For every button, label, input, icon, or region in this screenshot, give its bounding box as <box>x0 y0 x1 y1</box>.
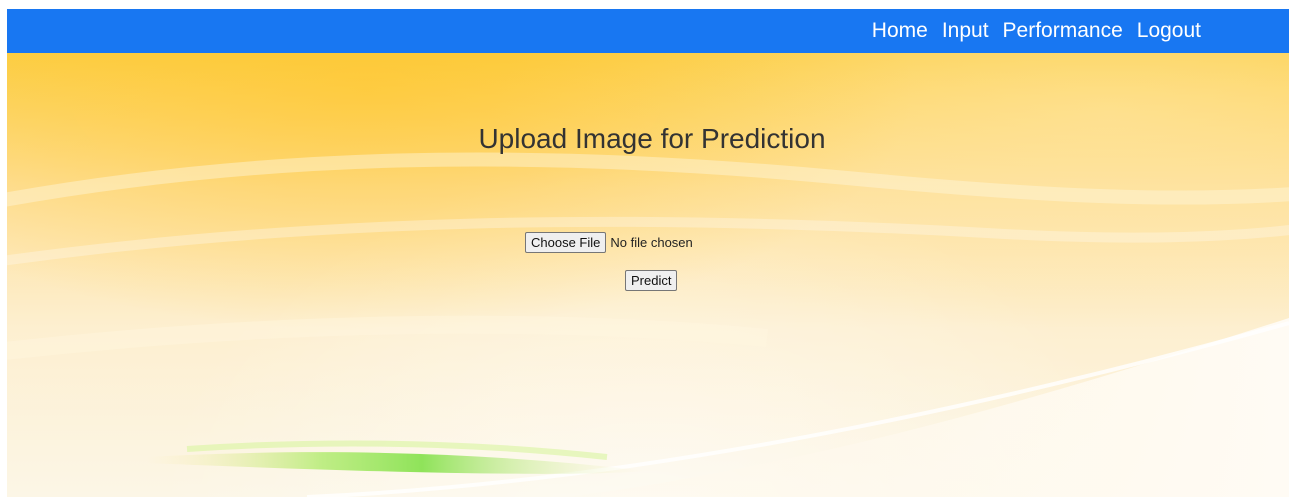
file-upload-control: Choose File No file chosen <box>525 232 693 253</box>
predict-button[interactable]: Predict <box>625 270 678 291</box>
choose-file-button[interactable]: Choose File <box>525 232 607 253</box>
page: Home Input Performance Logout Upload Ima… <box>7 9 1289 497</box>
hero-section: Upload Image for Prediction Choose File … <box>7 53 1289 497</box>
nav-home-link[interactable]: Home <box>872 19 928 43</box>
nav-logout-link[interactable]: Logout <box>1137 19 1201 43</box>
page-title: Upload Image for Prediction <box>478 123 826 154</box>
top-nav-bar: Home Input Performance Logout <box>7 9 1289 53</box>
file-status-text: No file chosen <box>610 235 693 250</box>
nav-performance-link[interactable]: Performance <box>1003 19 1123 43</box>
nav-input-link[interactable]: Input <box>942 19 989 43</box>
white-sweep <box>567 318 1289 497</box>
light-streak <box>7 315 768 360</box>
light-streak <box>7 152 1289 207</box>
